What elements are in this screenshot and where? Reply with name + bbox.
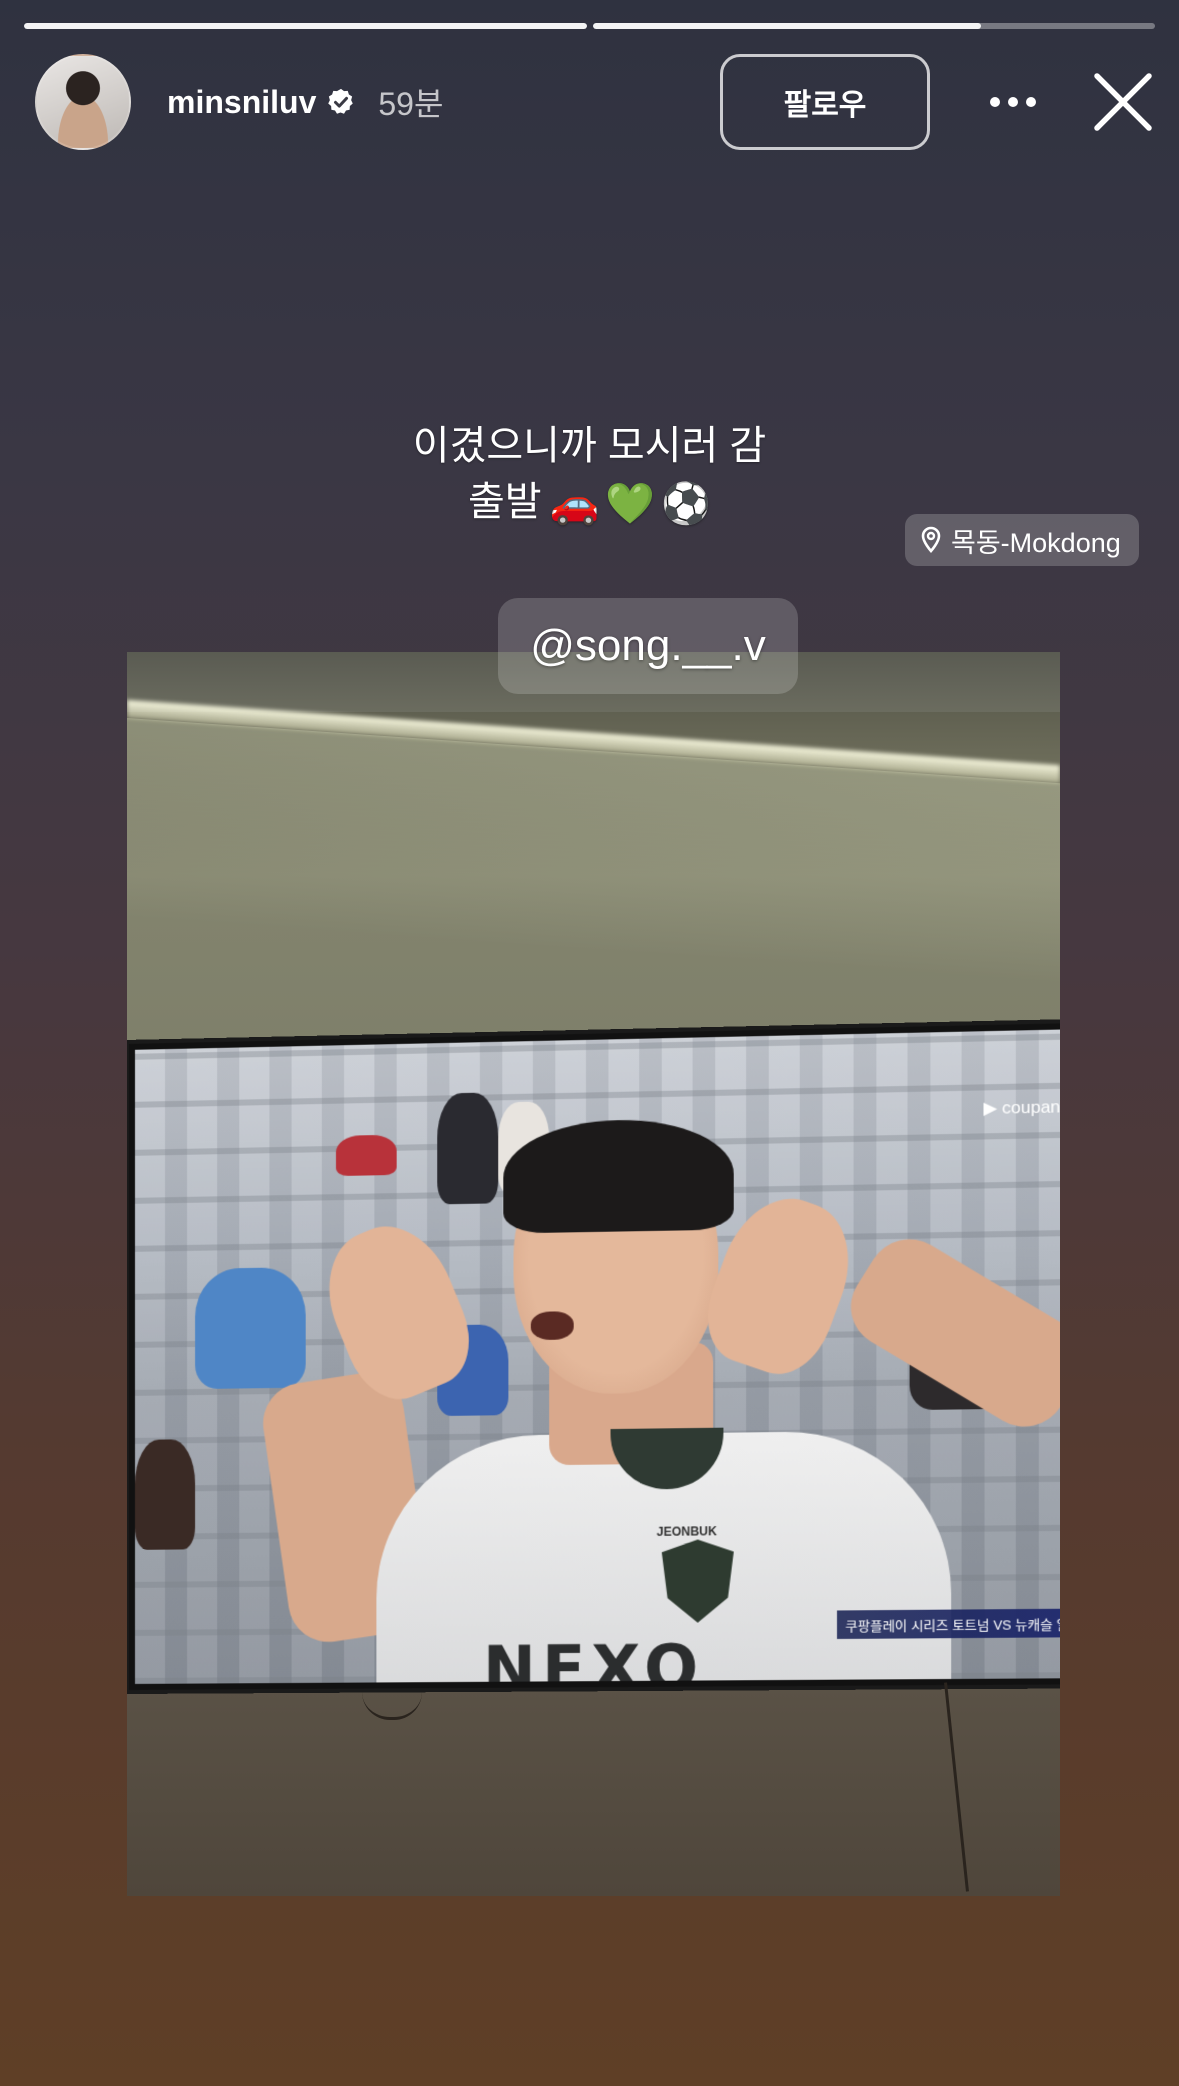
more-options-button[interactable] [988, 82, 1038, 122]
car-emoji-icon: 🚗 [550, 476, 600, 532]
fan-figure [135, 1439, 195, 1550]
location-label: 목동-Mokdong [951, 521, 1121, 560]
jersey-sponsor: NEXO [483, 1631, 705, 1684]
verified-badge-icon [326, 87, 356, 117]
more-dots-icon [989, 96, 1037, 108]
progress-fill-2 [593, 23, 981, 29]
username[interactable]: minsniluv [167, 84, 316, 121]
post-time: 59분 [378, 79, 443, 125]
avatar[interactable] [35, 54, 131, 150]
location-pin-icon [919, 526, 943, 554]
fan-figure [336, 1135, 397, 1176]
tv-ticker: 쿠팡플레이 시리즈 토트넘 VS 뉴캐슬 일반 예매 오픈 [837, 1609, 1060, 1639]
tv: JEONBUK NEXO ▶ coupang 쿠팡플레이 시리즈 토트넘 VS … [127, 1019, 1060, 1694]
soccer-ball-emoji-icon: ⚽ [661, 476, 711, 532]
caption-emojis: 🚗 💚 ⚽ [550, 476, 711, 532]
fan-figure [195, 1267, 306, 1389]
mention-label: @song.__.v [530, 621, 765, 671]
broadcaster-logo: ▶ coupang [983, 1097, 1060, 1119]
progress-segment-1 [24, 23, 587, 29]
caption-line-2: 출발 [468, 480, 542, 524]
tv-cable [362, 1692, 422, 1720]
follow-button[interactable]: 팔로우 [720, 54, 930, 150]
story-header: minsniluv 59분 팔로우 [35, 52, 1155, 152]
broadcaster-name: coupang [1002, 1097, 1060, 1118]
progress-segment-2 [593, 23, 1156, 29]
close-button[interactable] [1091, 70, 1155, 134]
progress-fill-1 [24, 23, 587, 29]
mention-sticker[interactable]: @song.__.v [498, 598, 798, 694]
player-mouth [531, 1311, 574, 1340]
caption-line-1: 이겼으니까 모시러 감 [0, 418, 1179, 474]
location-sticker[interactable]: 목동-Mokdong [905, 514, 1139, 566]
fan-figure [437, 1092, 498, 1204]
close-icon [1091, 70, 1155, 134]
green-heart-emoji-icon: 💚 [605, 476, 655, 532]
story-progress-bars [24, 23, 1155, 29]
jersey-team-name: JEONBUK [657, 1524, 717, 1539]
tv-screen: JEONBUK NEXO ▶ coupang 쿠팡플레이 시리즈 토트넘 VS … [135, 1029, 1060, 1684]
story-photo[interactable]: JEONBUK NEXO ▶ coupang 쿠팡플레이 시리즈 토트넘 VS … [127, 652, 1060, 1896]
wall-cable [944, 1682, 969, 1891]
